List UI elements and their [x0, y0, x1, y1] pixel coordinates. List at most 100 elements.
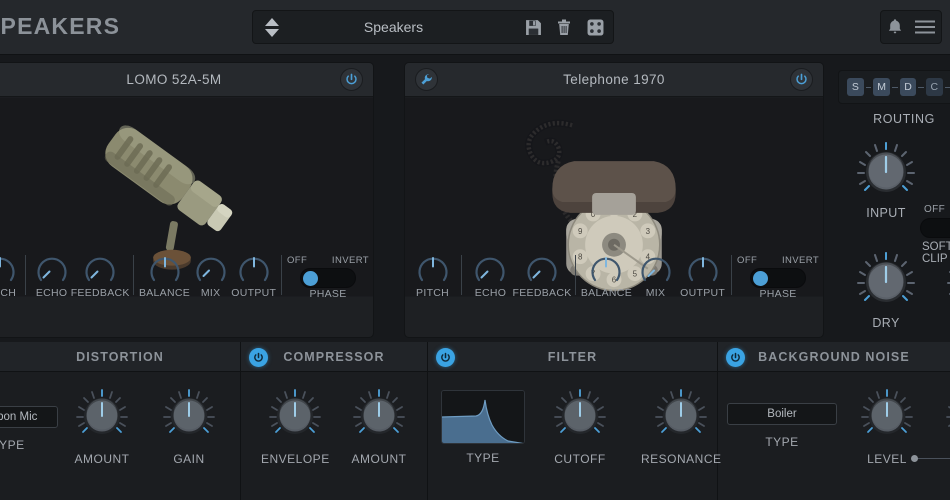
- knob-feedback[interactable]: FEEDBACK: [514, 255, 570, 297]
- knob-balance[interactable]: BALANCE: [581, 255, 632, 297]
- module-header: Telephone 1970: [405, 63, 823, 97]
- knob-mix[interactable]: MIX: [190, 255, 231, 297]
- module-title: Telephone 1970: [563, 72, 665, 87]
- routing-chip-d[interactable]: D: [900, 78, 917, 96]
- divider: [25, 255, 26, 295]
- toggle-handle: [303, 271, 318, 286]
- fx-section-filter: FILTER TYPE: [428, 342, 718, 500]
- routing-chip-c[interactable]: C: [926, 78, 943, 96]
- knob-compressor-envelope[interactable]: ENVELOPE: [261, 388, 330, 466]
- dice-random-icon[interactable]: [582, 14, 608, 40]
- power-icon[interactable]: [249, 348, 268, 367]
- fx-section-compressor: COMPRESSOR: [241, 342, 428, 500]
- wrench-icon[interactable]: [415, 68, 438, 91]
- noise-type-control: Boiler TYPE: [727, 403, 837, 449]
- distortion-type-dropdown[interactable]: Carbon Mic: [0, 406, 58, 428]
- phase-off-label: OFF: [287, 255, 307, 266]
- connector-line: [914, 458, 950, 459]
- soft-clip-label: SOFT CLIP: [922, 241, 950, 265]
- fx-title: FILTER: [548, 350, 597, 364]
- knob-distortion-amount[interactable]: AMOUNT: [74, 388, 130, 466]
- knob-distortion-gain[interactable]: GAIN: [161, 388, 217, 466]
- svg-text:3: 3: [646, 227, 651, 236]
- knob-noise-secondary[interactable]: E: [944, 388, 950, 466]
- phase-control: OFF INVERT PHASE: [737, 255, 819, 297]
- knob-label: ECHO: [475, 287, 507, 297]
- knob-pitch[interactable]: PITCH: [409, 255, 456, 297]
- knob-label: CUTOFF: [554, 452, 605, 466]
- trash-icon[interactable]: [551, 14, 577, 40]
- phase-invert-label: INVERT: [332, 255, 369, 266]
- fx-section-background-noise: BACKGROUND NOISE Boiler TYPE: [718, 342, 950, 500]
- knob-noise-level[interactable]: LEVEL: [859, 388, 915, 466]
- knob-label: OUTPUT: [680, 287, 725, 297]
- knob-compressor-amount[interactable]: AMOUNT: [351, 388, 407, 466]
- distortion-type-control: Carbon Mic TYPE: [0, 406, 58, 452]
- knob-dry[interactable]: DRY: [854, 250, 918, 330]
- bell-icon[interactable]: [887, 18, 903, 36]
- chevron-up-icon[interactable]: [265, 18, 279, 26]
- knob-label: PITCH: [0, 287, 16, 297]
- chain-link: [918, 87, 924, 88]
- chevron-down-icon[interactable]: [265, 29, 279, 37]
- knob-echo[interactable]: ECHO: [31, 255, 72, 297]
- svg-text:9: 9: [578, 227, 583, 236]
- phase-toggle[interactable]: [300, 268, 356, 288]
- floppy-save-icon[interactable]: [520, 14, 546, 40]
- knob-echo[interactable]: ECHO: [467, 255, 514, 297]
- knob-mix[interactable]: MIX: [632, 255, 679, 297]
- chain-link: [866, 87, 872, 88]
- soft-clip-toggle[interactable]: [920, 218, 950, 238]
- knob-label: OUTPUT: [231, 287, 276, 297]
- knob-feedback[interactable]: FEEDBACK: [72, 255, 128, 297]
- power-icon[interactable]: [790, 68, 813, 91]
- hamburger-menu-icon[interactable]: [915, 19, 935, 35]
- routing-label: ROUTING: [838, 112, 950, 126]
- power-icon[interactable]: [340, 68, 363, 91]
- fx-title: BACKGROUND NOISE: [758, 350, 910, 364]
- knob-label: AMOUNT: [75, 452, 130, 466]
- knob-label: INPUT: [866, 206, 906, 220]
- knob-pitch[interactable]: PITCH: [0, 255, 20, 297]
- routing-chip-m[interactable]: M: [873, 78, 890, 96]
- knob-label: FEEDBACK: [513, 287, 572, 297]
- fx-header: FILTER: [428, 342, 717, 372]
- knob-filter-resonance[interactable]: RESONANCE: [641, 388, 722, 466]
- power-icon[interactable]: [436, 348, 455, 367]
- divider: [461, 255, 462, 295]
- fx-header: BACKGROUND NOISE: [718, 342, 950, 372]
- divider: [281, 255, 282, 295]
- noise-type-label: TYPE: [765, 435, 798, 449]
- soft-clip-off-label: OFF: [924, 204, 945, 215]
- power-icon[interactable]: [726, 348, 745, 367]
- knob-input[interactable]: INPUT: [854, 140, 918, 220]
- phase-toggle[interactable]: [750, 268, 806, 288]
- divider: [133, 255, 134, 295]
- module-title: LOMO 52A-5M: [126, 72, 221, 87]
- knob-label: MIX: [646, 287, 666, 297]
- knob-filter-cutoff[interactable]: CUTOFF: [552, 388, 608, 466]
- knob-label: LEVEL: [867, 452, 907, 466]
- divider: [731, 255, 732, 295]
- knob-label: GAIN: [173, 452, 204, 466]
- module-device-view: 123 456 789 0 PITCH: [405, 97, 823, 297]
- knob-label: DRY: [872, 316, 899, 330]
- filter-curve-thumbnail[interactable]: [441, 390, 525, 444]
- preset-name[interactable]: Speakers: [287, 19, 520, 35]
- fx-header: DISTORTION: [0, 342, 240, 372]
- knob-output[interactable]: OUTPUT: [231, 255, 276, 297]
- module-knob-row: PITCH ECHO FEEDBACK BALANCE: [405, 255, 823, 297]
- knob-balance[interactable]: BALANCE: [139, 255, 190, 297]
- routing-chip-s[interactable]: S: [847, 78, 864, 96]
- noise-type-dropdown[interactable]: Boiler: [727, 403, 837, 425]
- preset-spinner[interactable]: [257, 11, 287, 43]
- knob-output[interactable]: OUTPUT: [679, 255, 726, 297]
- chain-link: [892, 87, 898, 88]
- filter-type-label: TYPE: [466, 451, 499, 465]
- page-title: SPEAKERS: [0, 13, 120, 40]
- module-panel-mic: LOMO 52A-5M: [0, 62, 374, 338]
- module-knob-row: PITCH ECHO FEEDBACK BALANCE: [0, 255, 373, 297]
- phase-label: PHASE: [309, 288, 346, 297]
- filter-type-control: TYPE: [441, 390, 525, 465]
- fx-section-distortion: DISTORTION Carbon Mic TYPE: [0, 342, 241, 500]
